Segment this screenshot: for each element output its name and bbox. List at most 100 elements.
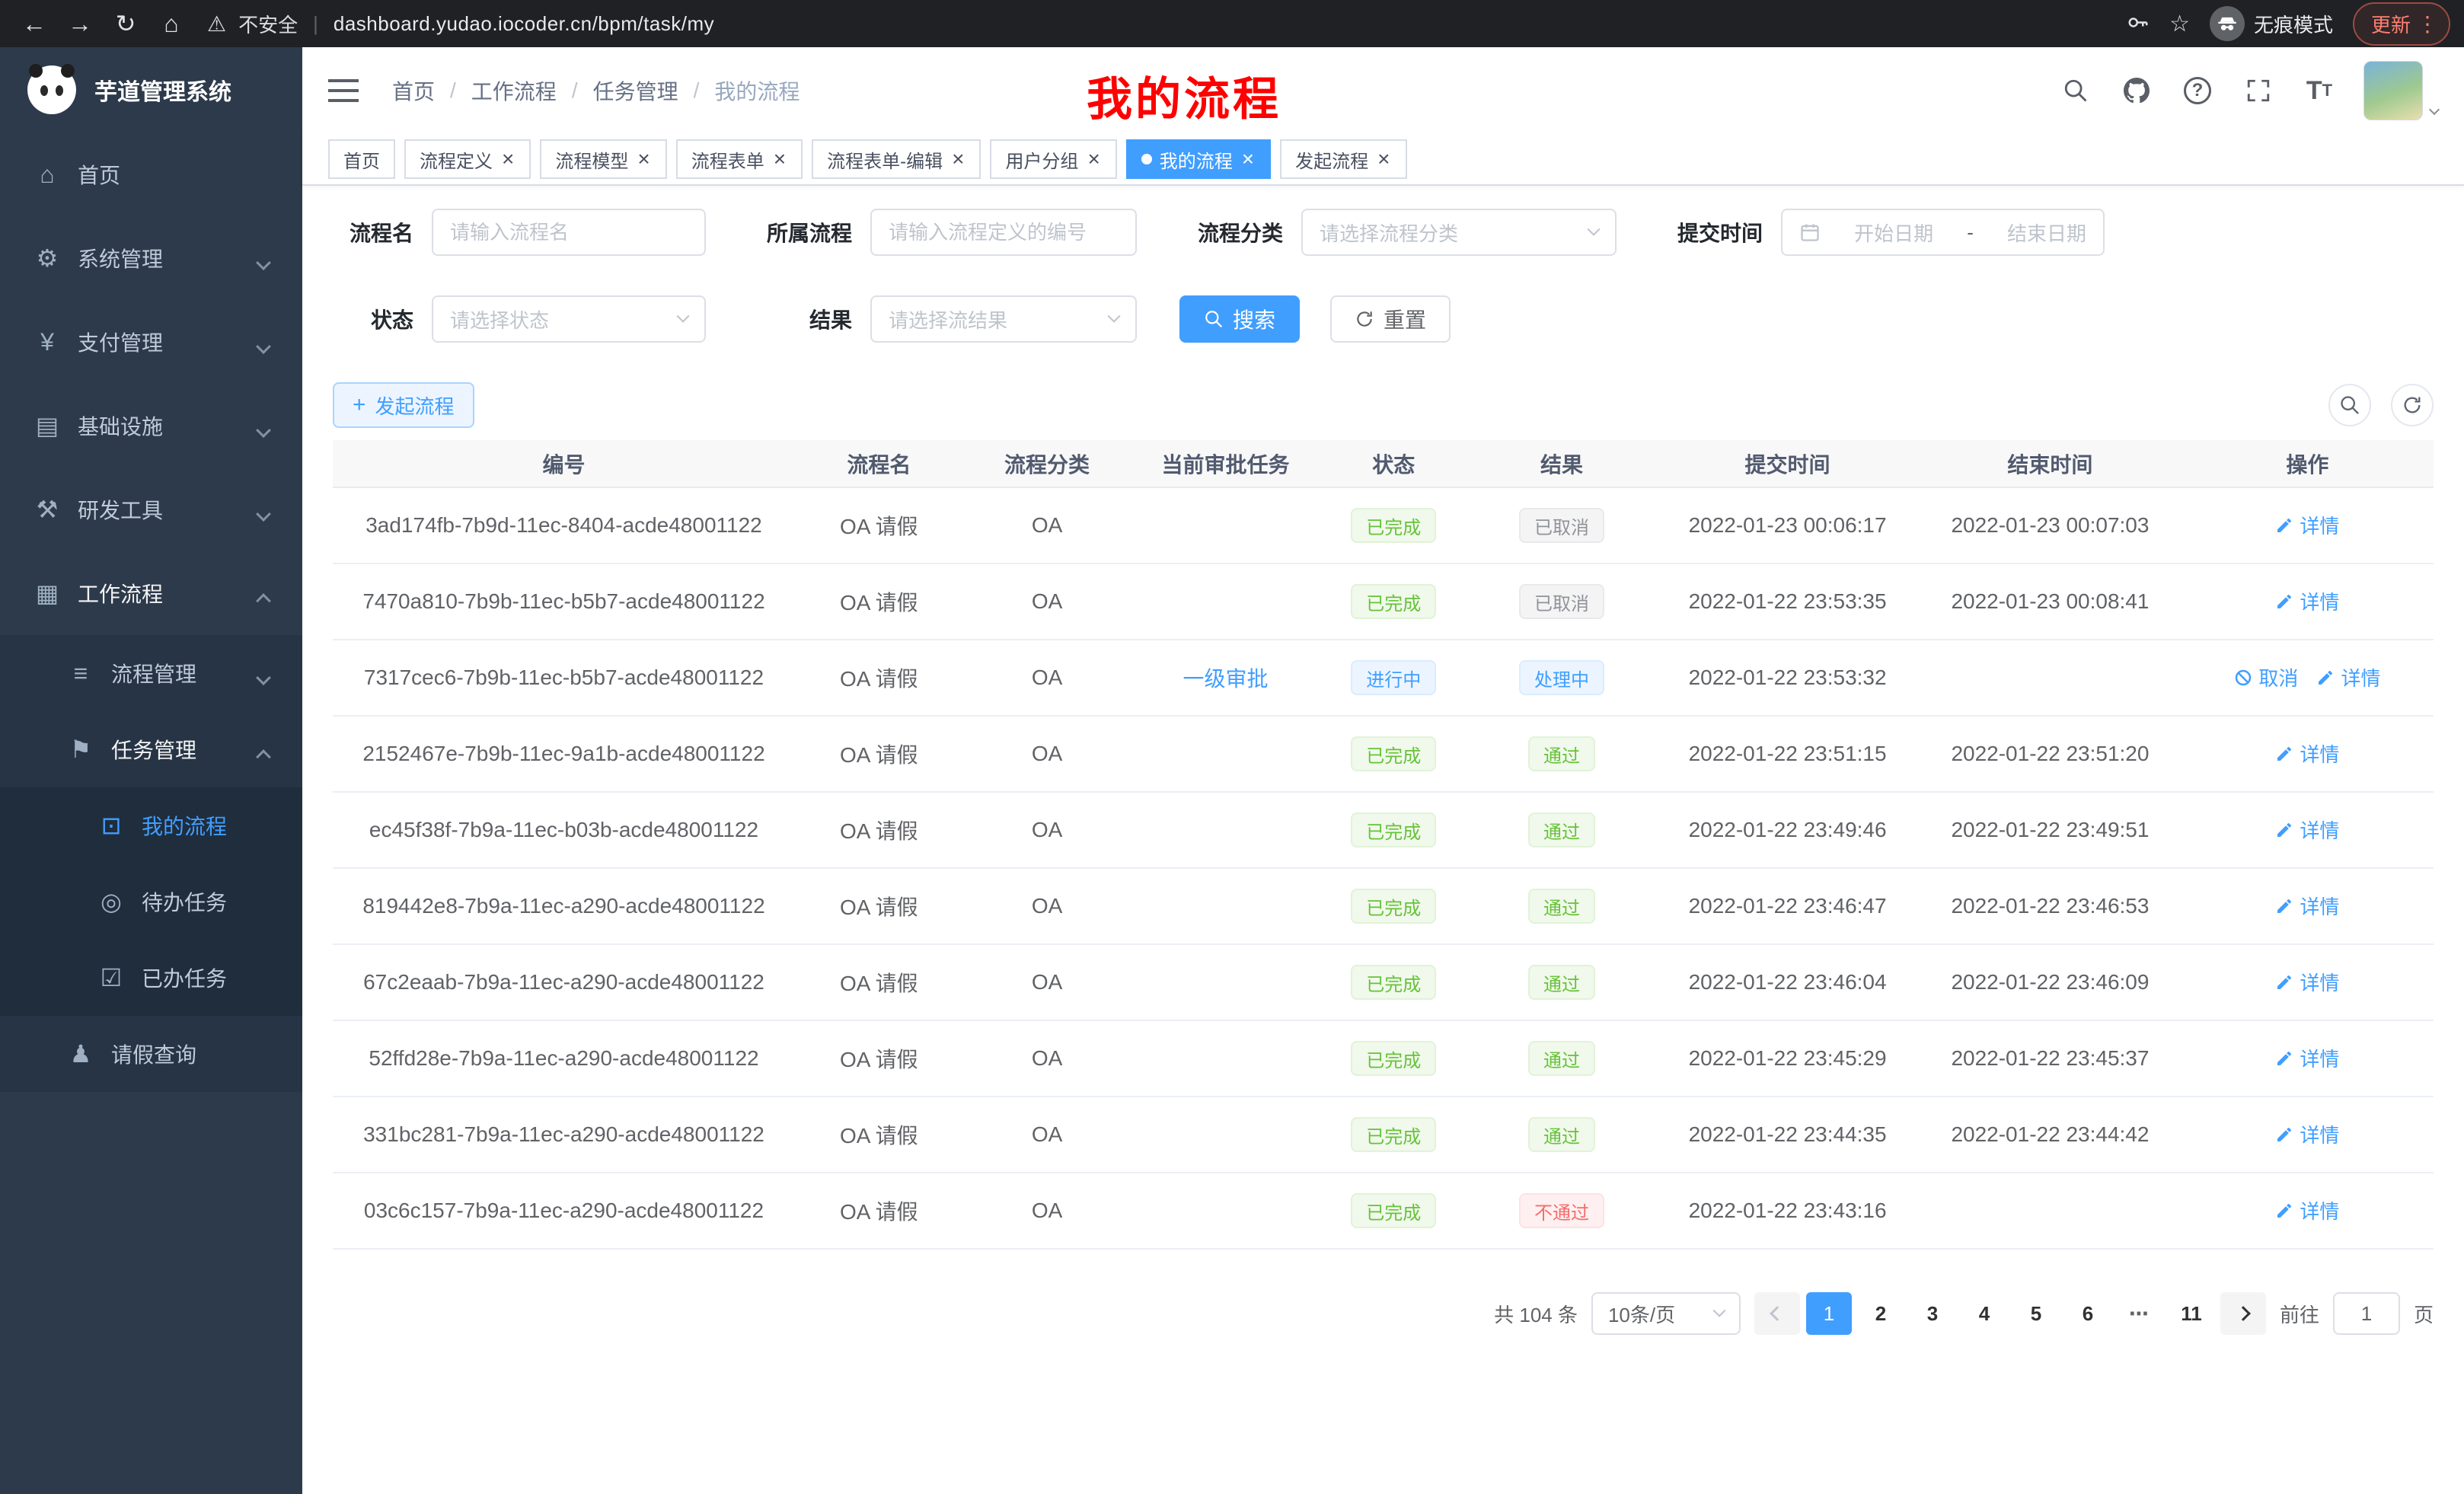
goto-page-input[interactable]: [2333, 1292, 2400, 1335]
detail-link[interactable]: 详情: [2275, 1196, 2339, 1224]
page-button[interactable]: 11: [2169, 1292, 2214, 1335]
sidebar-item-process-management[interactable]: ≡流程管理: [0, 635, 302, 711]
tab-item[interactable]: 我的流程×: [1126, 139, 1271, 179]
create-process-button[interactable]: + 发起流程: [333, 382, 474, 428]
page-button[interactable]: 2: [1858, 1292, 1904, 1335]
close-icon[interactable]: ×: [772, 148, 787, 170]
detail-link[interactable]: 详情: [2275, 739, 2339, 768]
cancel-link[interactable]: 取消: [2234, 663, 2298, 691]
sidebar-item-infrastructure[interactable]: ▤基础设施: [0, 384, 302, 468]
tab-item[interactable]: 用户分组×: [990, 139, 1116, 179]
help-icon[interactable]: ?: [2181, 74, 2214, 107]
close-icon[interactable]: ×: [1240, 148, 1256, 170]
reload-icon[interactable]: ↻: [105, 3, 146, 44]
result-select[interactable]: 请选择流结果: [870, 295, 1137, 343]
page-button[interactable]: 5: [2013, 1292, 2059, 1335]
tab-item[interactable]: 流程表单-编辑×: [812, 139, 981, 179]
task-link[interactable]: 一级审批: [1183, 667, 1269, 691]
reset-button[interactable]: 重置: [1330, 295, 1451, 343]
tab-item[interactable]: 流程模型×: [540, 139, 666, 179]
next-page-button[interactable]: [2220, 1292, 2266, 1335]
page-size-select[interactable]: 10条/页: [1591, 1292, 1741, 1335]
sidebar: 芋道管理系统 ⌂ 首页 ⚙系统管理¥支付管理▤基础设施⚒研发工具▦工作流程≡流程管理…: [0, 47, 302, 1494]
github-icon[interactable]: [2120, 74, 2153, 107]
chevron-down-icon: [258, 509, 269, 534]
cell-current-task: [1131, 944, 1320, 1020]
status-select[interactable]: 请选择状态: [432, 295, 706, 343]
process-name-input[interactable]: [432, 209, 706, 256]
tab-item[interactable]: 流程表单×: [676, 139, 803, 179]
search-button[interactable]: 搜索: [1179, 295, 1300, 343]
close-icon[interactable]: ×: [500, 148, 515, 170]
user-menu[interactable]: [2363, 61, 2438, 120]
incognito-badge[interactable]: 无痕模式: [2210, 6, 2333, 41]
category-select[interactable]: 请选择流程分类: [1301, 209, 1617, 256]
cell-current-task: [1131, 1097, 1320, 1173]
breadcrumb-item[interactable]: 工作流程: [471, 75, 557, 106]
close-icon[interactable]: ×: [636, 148, 651, 170]
detail-link[interactable]: 详情: [2275, 587, 2339, 615]
chevron-down-icon: [258, 342, 269, 366]
tab-item[interactable]: 发起流程×: [1280, 139, 1406, 179]
close-icon[interactable]: ×: [950, 148, 965, 170]
submit-time-range[interactable]: 开始日期 - 结束日期: [1781, 209, 2105, 256]
close-icon[interactable]: ×: [1086, 148, 1101, 170]
home-icon: ⌂: [30, 161, 64, 189]
logo[interactable]: 芋道管理系统: [0, 47, 302, 132]
sidebar-item-label: 首页: [78, 159, 120, 190]
sidebar-item-my-process[interactable]: ⊡我的流程: [0, 787, 302, 864]
cell-result: 不通过: [1467, 1173, 1656, 1249]
page-button[interactable]: 3: [1910, 1292, 1955, 1335]
sidebar-item-dev-tools[interactable]: ⚒研发工具: [0, 468, 302, 551]
breadcrumb-item[interactable]: 任务管理: [593, 75, 678, 106]
forward-icon[interactable]: →: [59, 3, 101, 44]
prev-page-button[interactable]: [1754, 1292, 1800, 1335]
detail-link[interactable]: 详情: [2275, 968, 2339, 996]
sidebar-item-workflow[interactable]: ▦工作流程: [0, 551, 302, 635]
goto-unit: 页: [2414, 1300, 2434, 1328]
sidebar-item-done-task[interactable]: ☑已办任务: [0, 940, 302, 1016]
address-bar[interactable]: ⚠ 不安全 | dashboard.yudao.iocoder.cn/bpm/t…: [207, 10, 2122, 38]
cell-current-task: [1131, 716, 1320, 792]
sidebar-item-leave-query[interactable]: ♟请假查询: [0, 1016, 302, 1092]
cell-submit-time: 2022-01-22 23:44:35: [1656, 1097, 1919, 1173]
sidebar-item-task-management[interactable]: ⚑任务管理: [0, 711, 302, 787]
detail-link[interactable]: 详情: [2275, 511, 2339, 539]
fullscreen-icon[interactable]: [2242, 74, 2275, 107]
back-icon[interactable]: ←: [14, 3, 55, 44]
sidebar-item-system-management[interactable]: ⚙系统管理: [0, 216, 302, 300]
chrome-update-button[interactable]: 更新 ⋮: [2353, 2, 2450, 46]
cell-status: 已完成: [1320, 1020, 1467, 1097]
sidebar-item-payment-management[interactable]: ¥支付管理: [0, 300, 302, 384]
refresh-button[interactable]: [2391, 384, 2434, 426]
sidebar-menu: ⌂ 首页 ⚙系统管理¥支付管理▤基础设施⚒研发工具▦工作流程≡流程管理⚑任务管理⊡我…: [0, 132, 302, 1092]
detail-link[interactable]: 详情: [2275, 892, 2339, 920]
detail-link[interactable]: 详情: [2316, 663, 2380, 691]
breadcrumb-item[interactable]: 我的流程: [714, 75, 800, 106]
cell-category: OA: [963, 1020, 1131, 1097]
sidebar-toggle-icon[interactable]: [328, 79, 359, 102]
cell-current-task: [1131, 1173, 1320, 1249]
sidebar-item-todo-task[interactable]: ◎待办任务: [0, 864, 302, 940]
tab-item[interactable]: 首页: [328, 139, 395, 179]
page-button[interactable]: 4: [1961, 1292, 2007, 1335]
tab-item[interactable]: 流程定义×: [404, 139, 531, 179]
page-button[interactable]: 6: [2065, 1292, 2111, 1335]
more-pages-button[interactable]: ⋯: [2117, 1292, 2162, 1335]
search-icon[interactable]: [2059, 74, 2092, 107]
search-toggle-button[interactable]: [2328, 384, 2371, 426]
font-size-icon[interactable]: TT: [2303, 74, 2336, 107]
detail-link[interactable]: 详情: [2275, 816, 2339, 844]
yen-icon: ¥: [30, 328, 64, 356]
detail-link[interactable]: 详情: [2275, 1120, 2339, 1148]
breadcrumb-item[interactable]: 首页: [392, 75, 435, 106]
browser-home-icon[interactable]: ⌂: [151, 3, 192, 44]
detail-link[interactable]: 详情: [2275, 1044, 2339, 1072]
close-icon[interactable]: ×: [1376, 148, 1391, 170]
page-button[interactable]: 1: [1806, 1292, 1852, 1335]
bookmark-star-icon[interactable]: ☆: [2169, 11, 2190, 37]
column-header: 提交时间: [1656, 440, 1919, 487]
key-icon[interactable]: [2127, 9, 2150, 38]
process-definition-input[interactable]: [870, 209, 1137, 256]
sidebar-item-home[interactable]: ⌂ 首页: [0, 132, 302, 216]
